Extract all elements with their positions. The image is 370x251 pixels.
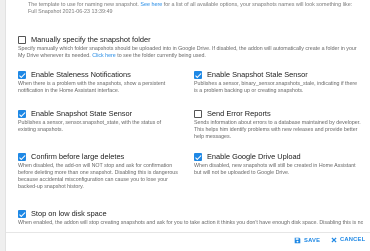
specify-folder-description: Specify manually which folder snapshots … [18,46,358,60]
drive-upload-description: When disabled, new snapshots will still … [194,163,356,176]
staleness-notifications-checkbox[interactable] [18,71,26,79]
save-button[interactable]: SAVE [294,237,320,244]
cancel-label: CANCEL [340,237,366,243]
dialog-footer: SAVE CANCEL [6,232,370,251]
snapshot-name-example: Full Snapshot 2021-06-23 13:39:49 [28,9,113,15]
settings-panel: The template to use for naming new snaps… [6,0,370,251]
cancel-button[interactable]: CANCEL [331,237,365,243]
specify-folder-checkbox[interactable] [18,36,26,44]
save-label: SAVE [304,237,321,244]
low-disk-space-checkbox[interactable] [18,210,26,218]
intro-text: The template to use for naming new snaps… [28,2,139,8]
intro-text-continued: for a list of all available options, you… [163,2,353,8]
error-reports-label: Send Error Reports [207,109,271,118]
error-reports-description: Sends information about errors to a data… [194,120,361,140]
low-disk-space-label: Stop on low disk space [31,209,107,218]
click-here-link[interactable]: Click here [92,53,116,59]
close-icon [331,237,337,243]
state-sensor-checkbox[interactable] [18,110,26,118]
confirm-deletes-checkbox[interactable] [18,153,26,161]
state-sensor-description: Publishes a sensor, sensor.snapshot_stat… [18,120,162,133]
specify-folder-label: Manually specify the snapshot folder [31,35,151,44]
staleness-notifications-description: When there is a problem with the snapsho… [18,81,166,94]
confirm-deletes-description: When disabled, the add-on will NOT stop … [18,163,178,190]
state-sensor-label: Enable Snapshot State Sensor [31,109,133,118]
drive-upload-label: Enable Google Drive Upload [207,152,301,161]
error-reports-checkbox[interactable] [194,110,202,118]
low-disk-space-description: When enabled, the addon will stop creati… [18,220,363,226]
naming-template-help: The template to use for naming new snaps… [28,2,368,16]
staleness-notifications-label: Enable Staleness Notifications [31,70,131,79]
stale-sensor-checkbox[interactable] [194,71,202,79]
see-here-link[interactable]: See here [140,2,162,8]
confirm-deletes-label: Confirm before large deletes [31,152,125,161]
drive-upload-checkbox[interactable] [194,153,202,161]
specify-folder-description-after: to see the folder currently being used. [117,53,206,59]
stale-sensor-label: Enable Snapshot Stale Sensor [207,70,308,79]
save-icon [294,237,301,244]
stale-sensor-description: Publishes a sensor, binary_sensor.snapsh… [194,81,358,94]
